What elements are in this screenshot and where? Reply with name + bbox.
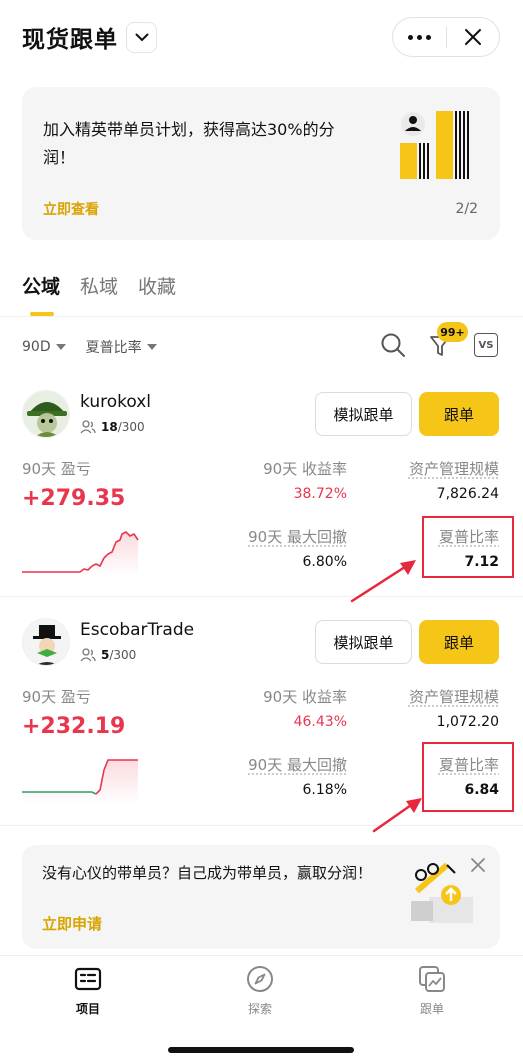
pnl-value: +279.35 [22,486,126,511]
max-drawdown-value: 6.18% [302,782,347,798]
max-drawdown-label: 90天 最大回撤 [248,528,347,546]
list-icon [74,967,102,991]
banner-page-indicator: 2/2 [455,201,478,217]
follower-count: 18/300 [80,420,145,434]
filter-count-badge: 99+ [437,322,468,342]
domain-tabs: 公域 私域 收藏 [22,272,176,316]
trader-card[interactable]: kurokoxl 18/300 模拟跟单 跟单 90天 盈亏 +279.35 9… [0,378,523,606]
page-title: 现货跟单 [22,27,118,53]
pnl-sparkline [22,531,139,576]
simulate-copy-button[interactable]: 模拟跟单 [315,620,412,664]
tab-private[interactable]: 私域 [80,272,118,312]
roi-value: 46.43% [293,714,347,730]
tabbar-label: 项目 [75,1002,100,1016]
card-divider [0,596,523,597]
period-filter-label: 90D [22,339,51,355]
sort-filter[interactable]: 夏普比率 [86,337,157,357]
period-filter[interactable]: 90D [22,339,66,355]
compass-icon [247,966,273,992]
sort-filter-label: 夏普比率 [85,340,142,356]
search-icon[interactable] [380,332,406,358]
max-drawdown-label: 90天 最大回撤 [248,756,347,774]
tabbar-item-copy-trading[interactable]: 跟单 [392,964,472,1017]
apply-now-link[interactable]: 立即申请 [42,913,102,934]
tab-public[interactable]: 公域 [22,272,60,316]
annotation-arrow-icon [350,560,416,603]
gift-scissors-icon [411,862,473,923]
trader-name[interactable]: EscobarTrade [80,620,194,640]
follower-current: 18 [101,420,118,434]
tabbar-label: 跟单 [419,1002,444,1016]
aum-value: 7,826.24 [436,486,499,502]
sharpe-highlight-box [422,742,514,812]
follower-max: /300 [117,420,145,434]
users-icon [80,648,96,662]
follower-count: 5/300 [80,648,136,662]
bottom-tab-bar: 项目 探索 跟单 [0,955,523,1062]
tabs-divider [0,316,523,317]
copy-trade-button[interactable]: 跟单 [419,392,499,436]
avatar [22,618,70,666]
compare-vs-button[interactable]: VS [474,333,498,357]
close-button[interactable] [447,17,499,57]
elite-program-banner[interactable]: 加入精英带单员计划，获得高达30%的分润！ 立即查看 2/2 [22,87,500,240]
filter-bar: 90D 夏普比率 [22,336,157,358]
trader-avatar-image [23,391,69,437]
more-dots-icon [408,34,413,40]
max-drawdown-value: 6.80% [302,554,347,570]
follower-max: /300 [109,648,137,662]
become-leader-promo[interactable]: 没有心仪的带单员？自己成为带单员，赢取分润！ 立即申请 [22,845,500,949]
leaderboard-bars-icon [400,111,469,179]
roi-label: 90天 收益率 [263,688,347,706]
tabbar-item-explore[interactable]: 探索 [220,964,300,1017]
copy-trade-button[interactable]: 跟单 [419,620,499,664]
promo-text: 没有心仪的带单员？自己成为带单员，赢取分润！ [42,864,373,882]
aum-label: 资产管理规模 [408,460,499,478]
pnl-value: +232.19 [22,714,126,739]
users-icon [80,420,96,434]
card-divider [0,825,523,826]
roi-label: 90天 收益率 [263,460,347,478]
caret-down-icon [55,344,66,350]
copy-trade-icon [419,966,445,992]
close-icon [464,29,481,45]
close-icon[interactable] [470,857,486,873]
mini-program-capsule [392,17,500,57]
home-indicator [168,1047,354,1053]
tab-favorites[interactable]: 收藏 [138,272,176,312]
trader-name[interactable]: kurokoxl [80,392,151,412]
caret-down-icon [146,344,157,350]
tabbar-label: 探索 [247,1002,272,1016]
title-dropdown-button[interactable] [126,22,157,53]
aum-label: 资产管理规模 [408,688,499,706]
chevron-down-icon [135,33,148,42]
sharpe-highlight-box [422,516,514,578]
tabbar-item-projects[interactable]: 项目 [48,964,128,1017]
pnl-sparkline [22,759,138,804]
trader-avatar-image [23,619,69,665]
aum-value: 1,072.20 [436,714,499,730]
annotation-arrow-icon [372,798,422,833]
pnl-label: 90天 盈亏 [22,688,91,706]
top-bar: 现货跟单 [0,0,523,78]
banner-view-link[interactable]: 立即查看 [43,199,99,219]
more-button[interactable] [393,17,446,57]
simulate-copy-button[interactable]: 模拟跟单 [315,392,412,436]
banner-text: 加入精英带单员计划，获得高达30%的分润！ [43,120,335,167]
pnl-label: 90天 盈亏 [22,460,91,478]
roi-value: 38.72% [293,486,347,502]
trader-card[interactable]: EscobarTrade 5/300 模拟跟单 跟单 90天 盈亏 +232.1… [0,606,523,834]
avatar [22,390,70,438]
